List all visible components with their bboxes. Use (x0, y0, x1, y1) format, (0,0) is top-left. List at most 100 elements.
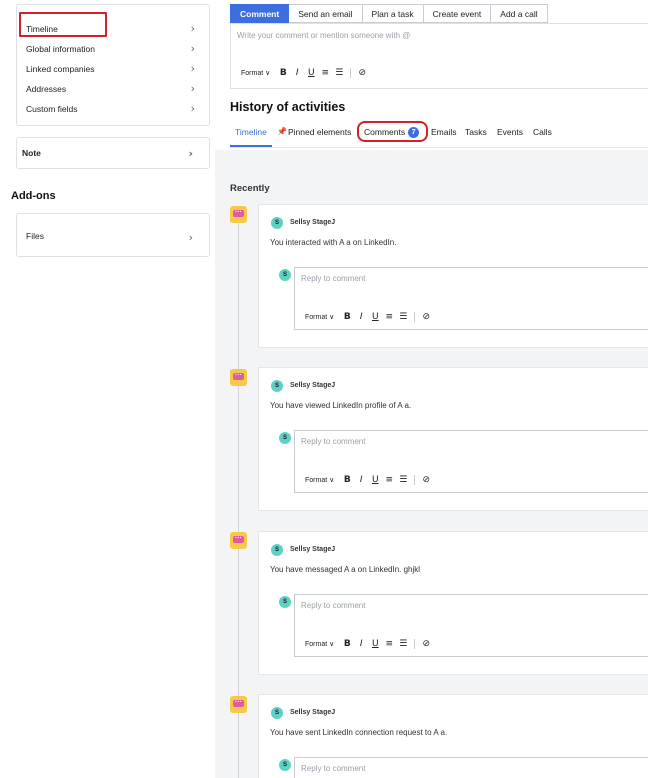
nav-item-custom-fields[interactable]: Custom fields › (17, 99, 211, 119)
reply-placeholder: Reply to comment (301, 764, 366, 773)
tab-create-event[interactable]: Create event (423, 4, 492, 23)
activity-card: S Sellsy StageJ You have sent LinkedIn c… (258, 694, 648, 778)
reply-input[interactable]: Reply to comment (294, 757, 648, 778)
tab-add-call[interactable]: Add a call (491, 4, 548, 23)
reply-placeholder: Reply to comment (301, 274, 366, 283)
reply-placeholder: Reply to comment (301, 601, 366, 610)
avatar: S (279, 432, 291, 444)
linkedin-activity-icon: ··· (230, 532, 247, 549)
underline-icon[interactable]: U (368, 312, 382, 322)
avatar: S (279, 759, 291, 771)
history-title: History of activities (230, 100, 346, 114)
left-panel: Timeline › Global information › Linked c… (0, 0, 215, 778)
nav-item-global-information[interactable]: Global information › (17, 39, 211, 59)
avatar: S (271, 707, 283, 719)
link-icon[interactable]: ⊘ (355, 68, 369, 78)
chevron-right-icon: › (188, 231, 193, 244)
linkedin-activity-icon: ··· (230, 369, 247, 386)
activity-card: S Sellsy StageJ You have viewed LinkedIn… (258, 367, 648, 511)
nav-item-linked-companies[interactable]: Linked companies › (17, 59, 211, 79)
activity-card: S Sellsy StageJ You have messaged A a on… (258, 531, 648, 675)
list-icon[interactable]: ☰ (396, 475, 410, 485)
italic-icon[interactable]: I (354, 475, 368, 485)
activity-author: Sellsy StageJ (290, 219, 336, 226)
comment-input-placeholder[interactable]: Write your comment or mention someone wi… (237, 31, 410, 40)
italic-icon[interactable]: I (290, 68, 304, 78)
activity-text: You interacted with A a on LinkedIn. (270, 238, 397, 247)
reply-input[interactable]: Reply to comment Format ∨ B I U ≡ ☰ ⊘ (294, 594, 648, 657)
tab-emails[interactable]: Emails (431, 127, 457, 137)
tab-tasks[interactable]: Tasks (465, 127, 487, 137)
nav-item-label: Global information (26, 44, 95, 54)
format-dropdown[interactable]: Format ∨ (305, 476, 334, 484)
italic-icon[interactable]: I (354, 639, 368, 649)
toolbar-divider (414, 639, 416, 649)
tab-comments-label: Comments (364, 127, 406, 137)
format-toolbar: Format ∨ B I U ≡ ☰ ⊘ (305, 312, 433, 322)
pin-icon: 📌 (277, 127, 287, 136)
nav-item-label: Addresses (26, 84, 67, 94)
tab-comments[interactable]: Comments 7 (364, 127, 420, 139)
note-label: Note (22, 148, 41, 158)
format-toolbar: Format ∨ B I U ≡ ☰ ⊘ (241, 68, 369, 78)
toolbar-divider (414, 475, 416, 485)
history-tabs: Timeline 📌 Pinned elements Comments 7 Ema… (230, 124, 648, 148)
nav-item-label: Linked companies (26, 64, 95, 74)
avatar: S (271, 217, 283, 229)
avatar: S (271, 544, 283, 556)
active-tab-underline (230, 145, 272, 147)
tab-pinned-elements[interactable]: Pinned elements (288, 127, 351, 137)
section-recently: Recently (230, 183, 270, 194)
nav-item-addresses[interactable]: Addresses › (17, 79, 211, 99)
record-nav-card: Timeline › Global information › Linked c… (16, 4, 210, 126)
tab-comment[interactable]: Comment (230, 4, 290, 23)
activity-text: You have viewed LinkedIn profile of A a. (270, 401, 412, 410)
note-card[interactable]: Note › (16, 137, 210, 169)
nav-item-label: Custom fields (26, 104, 78, 114)
format-dropdown[interactable]: Format ∨ (305, 313, 334, 321)
link-icon[interactable]: ⊘ (419, 475, 433, 485)
nav-item-timeline[interactable]: Timeline › (17, 19, 211, 39)
comments-count-badge: 7 (408, 127, 420, 139)
reply-input[interactable]: Reply to comment Format ∨ B I U ≡ ☰ ⊘ (294, 430, 648, 493)
bold-icon[interactable]: B (340, 639, 354, 649)
avatar: S (279, 596, 291, 608)
list-icon[interactable]: ☰ (396, 312, 410, 322)
bold-icon[interactable]: B (340, 312, 354, 322)
bold-icon[interactable]: B (276, 68, 290, 78)
files-label: Files (26, 231, 44, 241)
avatar: S (279, 269, 291, 281)
activity-author: Sellsy StageJ (290, 546, 336, 553)
list-icon[interactable]: ☰ (332, 68, 346, 78)
tab-calls[interactable]: Calls (533, 127, 552, 137)
link-icon[interactable]: ⊘ (419, 312, 433, 322)
files-card[interactable]: Files › (16, 213, 210, 257)
reply-input[interactable]: Reply to comment Format ∨ B I U ≡ ☰ ⊘ (294, 267, 648, 330)
format-dropdown[interactable]: Format ∨ (241, 69, 270, 77)
tab-send-email[interactable]: Send an email (289, 4, 363, 23)
underline-icon[interactable]: U (304, 68, 318, 78)
underline-icon[interactable]: U (368, 639, 382, 649)
format-dropdown[interactable]: Format ∨ (305, 640, 334, 648)
reply-placeholder: Reply to comment (301, 437, 366, 446)
align-icon[interactable]: ≡ (318, 68, 332, 78)
align-icon[interactable]: ≡ (382, 312, 396, 322)
bold-icon[interactable]: B (340, 475, 354, 485)
tab-timeline[interactable]: Timeline (235, 127, 267, 137)
tab-events[interactable]: Events (497, 127, 523, 137)
italic-icon[interactable]: I (354, 312, 368, 322)
comment-composer[interactable]: Write your comment or mention someone wi… (230, 23, 648, 89)
align-icon[interactable]: ≡ (382, 475, 396, 485)
nav-item-label: Timeline (26, 24, 58, 34)
linkedin-activity-icon: ··· (230, 206, 247, 223)
activity-author: Sellsy StageJ (290, 709, 336, 716)
tab-plan-task[interactable]: Plan a task (362, 4, 424, 23)
underline-icon[interactable]: U (368, 475, 382, 485)
chevron-right-icon: › (190, 22, 195, 35)
list-icon[interactable]: ☰ (396, 639, 410, 649)
link-icon[interactable]: ⊘ (419, 639, 433, 649)
activity-text: You have sent LinkedIn connection reques… (270, 728, 448, 737)
timeline-line (238, 220, 239, 778)
chevron-right-icon: › (190, 42, 195, 55)
align-icon[interactable]: ≡ (382, 639, 396, 649)
